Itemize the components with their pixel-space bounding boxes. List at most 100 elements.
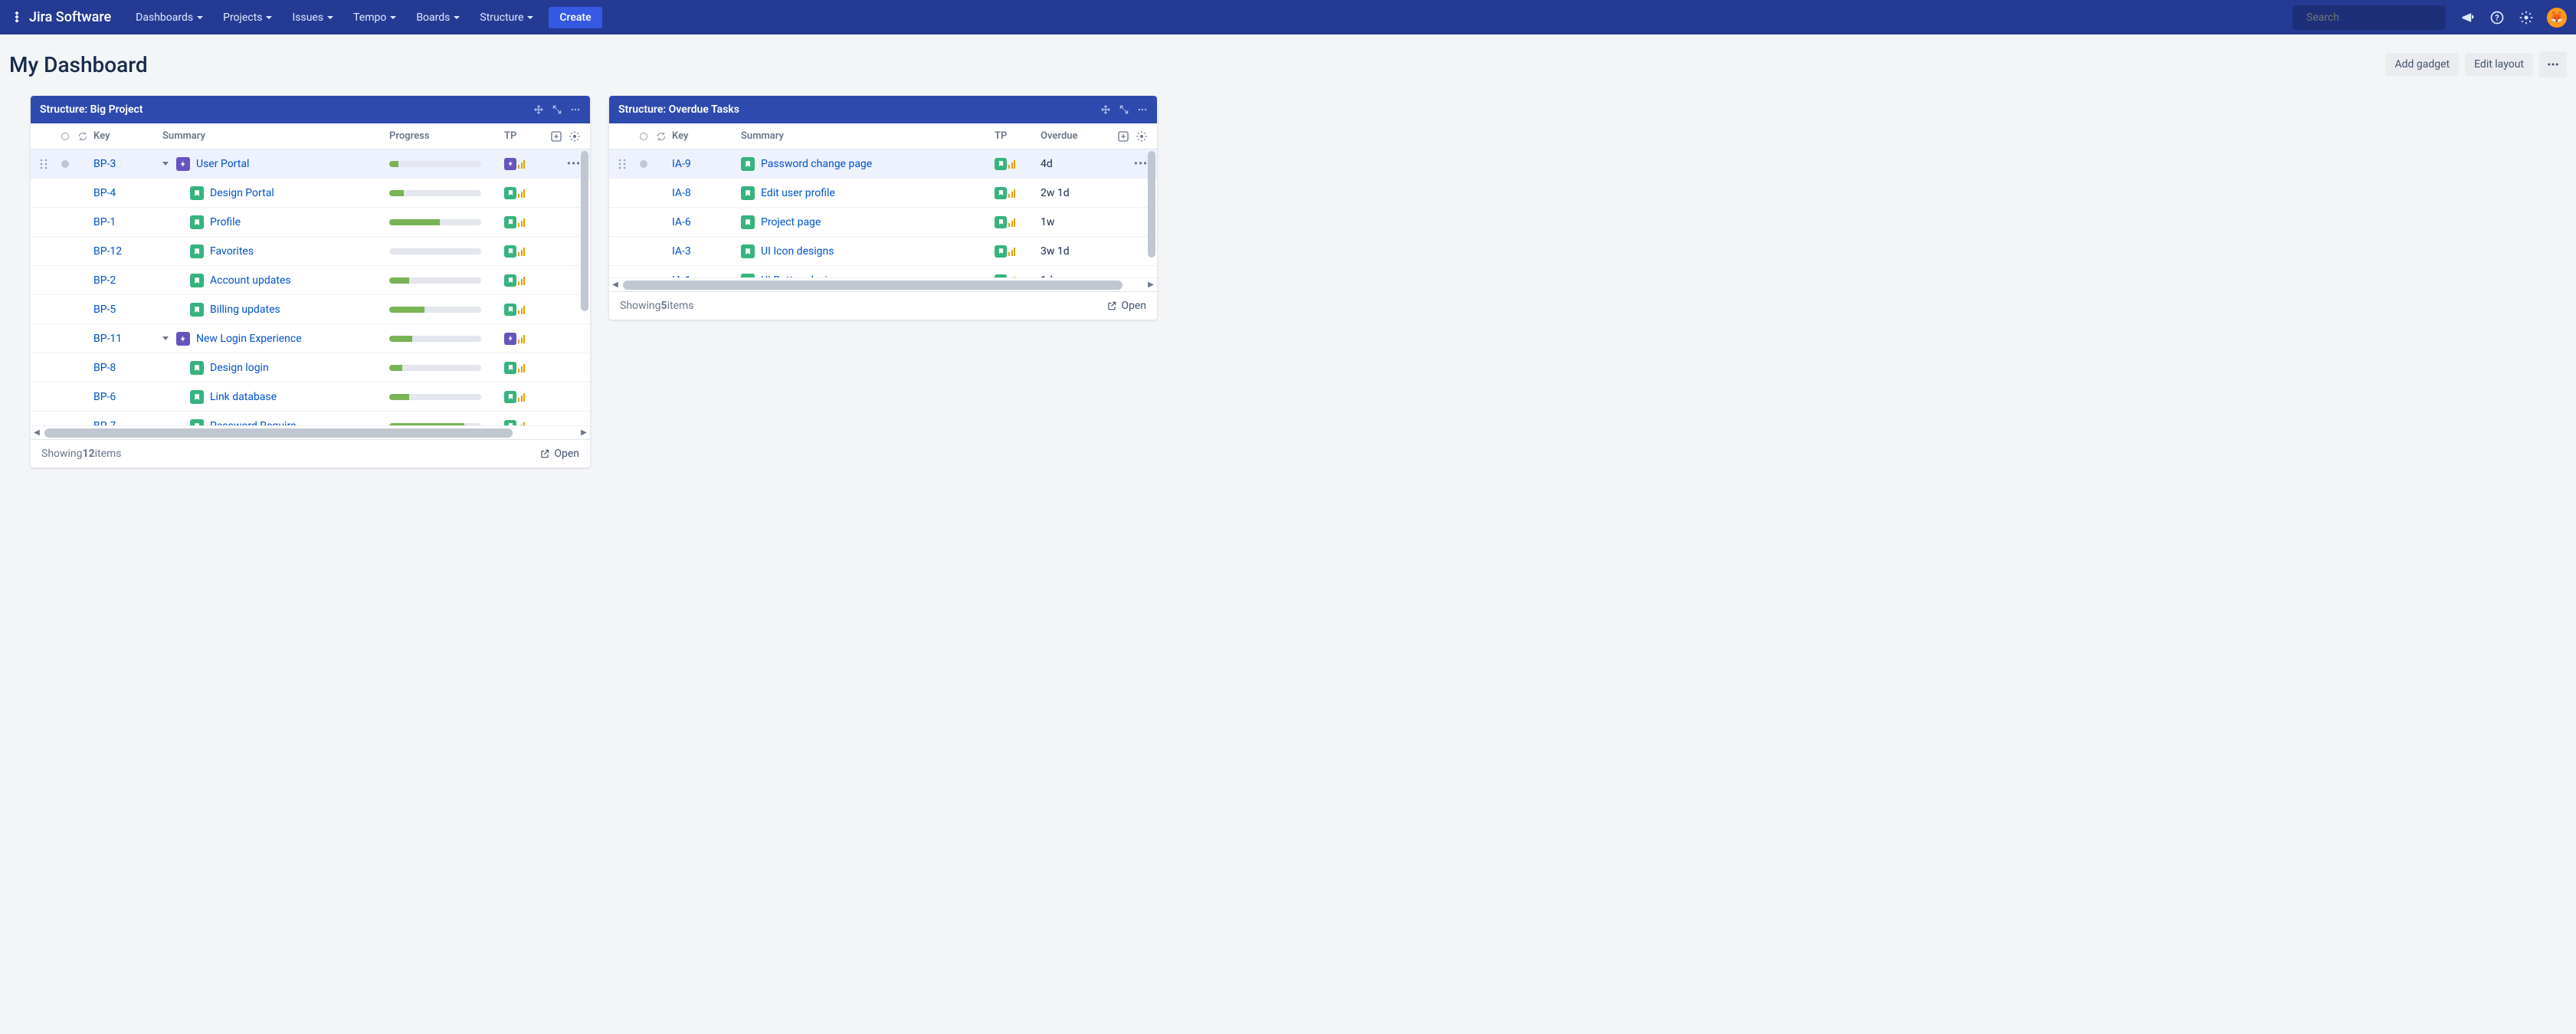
row-actions-icon[interactable]: ••• — [1134, 158, 1148, 170]
sync-icon[interactable] — [651, 131, 672, 142]
nav-item-structure[interactable]: Structure — [472, 7, 541, 28]
col-summary[interactable]: Summary — [741, 130, 995, 142]
expand-toggle-icon[interactable] — [162, 162, 169, 166]
gear-icon[interactable] — [569, 130, 581, 143]
nav-item-issues[interactable]: Issues — [284, 7, 341, 28]
nav-item-boards[interactable]: Boards — [408, 7, 467, 28]
help-icon[interactable]: ? — [2489, 9, 2506, 26]
move-icon[interactable] — [1100, 104, 1111, 115]
create-button[interactable]: Create — [549, 7, 601, 28]
issue-summary[interactable]: Profile — [210, 216, 241, 228]
maximize-icon[interactable] — [552, 104, 562, 115]
nav-item-projects[interactable]: Projects — [215, 7, 280, 28]
issue-summary[interactable]: Billing updates — [210, 304, 280, 316]
issue-key[interactable]: BP-7 — [93, 420, 116, 426]
issue-summary[interactable]: User Portal — [196, 158, 249, 170]
open-link[interactable]: Open — [1106, 300, 1146, 312]
issue-key[interactable]: BP-12 — [93, 245, 122, 258]
issue-key[interactable]: BP-8 — [93, 362, 116, 374]
table-row[interactable]: IA-3UI Icon designs 3w 1d — [609, 237, 1157, 266]
table-row[interactable]: BP-7 Password Require… — [31, 412, 590, 425]
user-avatar[interactable]: 🦊 — [2547, 8, 2567, 28]
issue-summary[interactable]: Design login — [210, 362, 269, 374]
nav-item-dashboards[interactable]: Dashboards — [128, 7, 211, 28]
issue-summary[interactable]: UI Icon designs — [761, 245, 834, 258]
add-column-icon[interactable] — [1117, 130, 1129, 143]
issue-key[interactable]: BP-1 — [93, 216, 116, 228]
move-icon[interactable] — [533, 104, 544, 115]
search-box[interactable] — [2293, 5, 2446, 30]
dashboard-more-button[interactable] — [2539, 51, 2567, 77]
table-row[interactable]: BP-6 Link database — [31, 382, 590, 412]
announce-icon[interactable] — [2460, 9, 2476, 26]
issue-summary[interactable]: New Login Experience — [196, 333, 302, 345]
col-summary[interactable]: Summary — [162, 130, 389, 142]
table-row[interactable]: BP-1 Profile — [31, 208, 590, 237]
issue-key[interactable]: IA-6 — [672, 216, 691, 228]
edit-layout-button[interactable]: Edit layout — [2465, 53, 2533, 76]
table-row[interactable]: BP-8 Design login — [31, 353, 590, 382]
table-row[interactable]: IA-6Project page 1w — [609, 208, 1157, 237]
table-row[interactable]: BP-5 Billing updates — [31, 295, 590, 324]
table-row[interactable]: BP-12 Favorites — [31, 237, 590, 266]
issue-key[interactable]: IA-8 — [672, 187, 691, 199]
search-input[interactable] — [2306, 11, 2443, 24]
table-row[interactable]: BP-4 Design Portal — [31, 179, 590, 208]
gear-icon[interactable] — [1136, 130, 1148, 143]
issue-key[interactable]: BP-11 — [93, 333, 122, 345]
issue-summary[interactable]: Account updates — [210, 274, 291, 287]
select-all-icon[interactable] — [640, 133, 647, 140]
issue-summary[interactable]: Link database — [210, 391, 277, 403]
col-key[interactable]: Key — [672, 130, 741, 142]
scroll-left-icon[interactable]: ◀ — [31, 427, 43, 439]
table-row[interactable]: IA-9Password change page 4d••• — [609, 149, 1157, 179]
table-row[interactable]: BP-2 Account updates — [31, 266, 590, 295]
gadget-header[interactable]: Structure: Overdue Tasks — [609, 96, 1157, 123]
settings-icon[interactable] — [2518, 9, 2535, 26]
issue-key[interactable]: BP-2 — [93, 274, 116, 287]
scroll-right-icon[interactable]: ▶ — [1145, 279, 1157, 291]
expand-toggle-icon[interactable] — [162, 336, 169, 340]
row-actions-icon[interactable]: ••• — [567, 158, 581, 170]
maximize-icon[interactable] — [1119, 104, 1129, 115]
col-progress[interactable]: Progress — [389, 130, 504, 142]
table-row[interactable]: BP-3 User Portal ••• — [31, 149, 590, 179]
gadget-more-icon[interactable] — [570, 104, 581, 115]
add-gadget-button[interactable]: Add gadget — [2385, 53, 2459, 76]
issue-summary[interactable]: Design Portal — [210, 187, 274, 199]
col-tp[interactable]: TP — [995, 130, 1041, 142]
gadget-more-icon[interactable] — [1137, 104, 1148, 115]
issue-summary[interactable]: Edit user profile — [761, 187, 835, 199]
table-row[interactable]: BP-11 New Login Experience — [31, 324, 590, 353]
scroll-left-icon[interactable]: ◀ — [609, 279, 621, 291]
issue-key[interactable]: BP-6 — [93, 391, 116, 403]
vertical-scrollbar[interactable] — [581, 151, 588, 398]
vertical-scrollbar[interactable] — [1148, 151, 1155, 276]
col-overdue[interactable]: Overdue — [1041, 130, 1117, 142]
nav-item-tempo[interactable]: Tempo — [346, 7, 404, 28]
col-key[interactable]: Key — [93, 130, 162, 142]
drag-handle-icon[interactable] — [40, 159, 58, 169]
issue-summary[interactable]: Password Require… — [210, 420, 303, 426]
issue-summary[interactable]: Project page — [761, 216, 821, 228]
horizontal-scrollbar[interactable]: ◀ ▶ — [609, 277, 1157, 291]
issue-key[interactable]: IA-3 — [672, 245, 691, 258]
sync-icon[interactable] — [72, 131, 93, 142]
add-column-icon[interactable] — [550, 130, 562, 143]
scroll-right-icon[interactable]: ▶ — [578, 427, 590, 439]
table-row[interactable]: IA-1UI Button design 1d — [609, 266, 1157, 277]
issue-key[interactable]: IA-9 — [672, 158, 691, 170]
table-row[interactable]: IA-8Edit user profile 2w 1d — [609, 179, 1157, 208]
horizontal-scrollbar[interactable]: ◀ ▶ — [31, 425, 590, 439]
select-all-icon[interactable] — [61, 133, 69, 140]
issue-key[interactable]: BP-3 — [93, 158, 116, 170]
issue-key[interactable]: BP-4 — [93, 187, 116, 199]
col-tp[interactable]: TP — [504, 130, 550, 142]
drag-handle-icon[interactable] — [618, 159, 637, 169]
issue-key[interactable]: BP-5 — [93, 304, 116, 316]
issue-summary[interactable]: Password change page — [761, 158, 872, 170]
gadget-header[interactable]: Structure: Big Project — [31, 96, 590, 123]
issue-summary[interactable]: Favorites — [210, 245, 254, 258]
open-link[interactable]: Open — [539, 448, 579, 460]
product-logo[interactable]: Jira Software — [9, 9, 111, 25]
